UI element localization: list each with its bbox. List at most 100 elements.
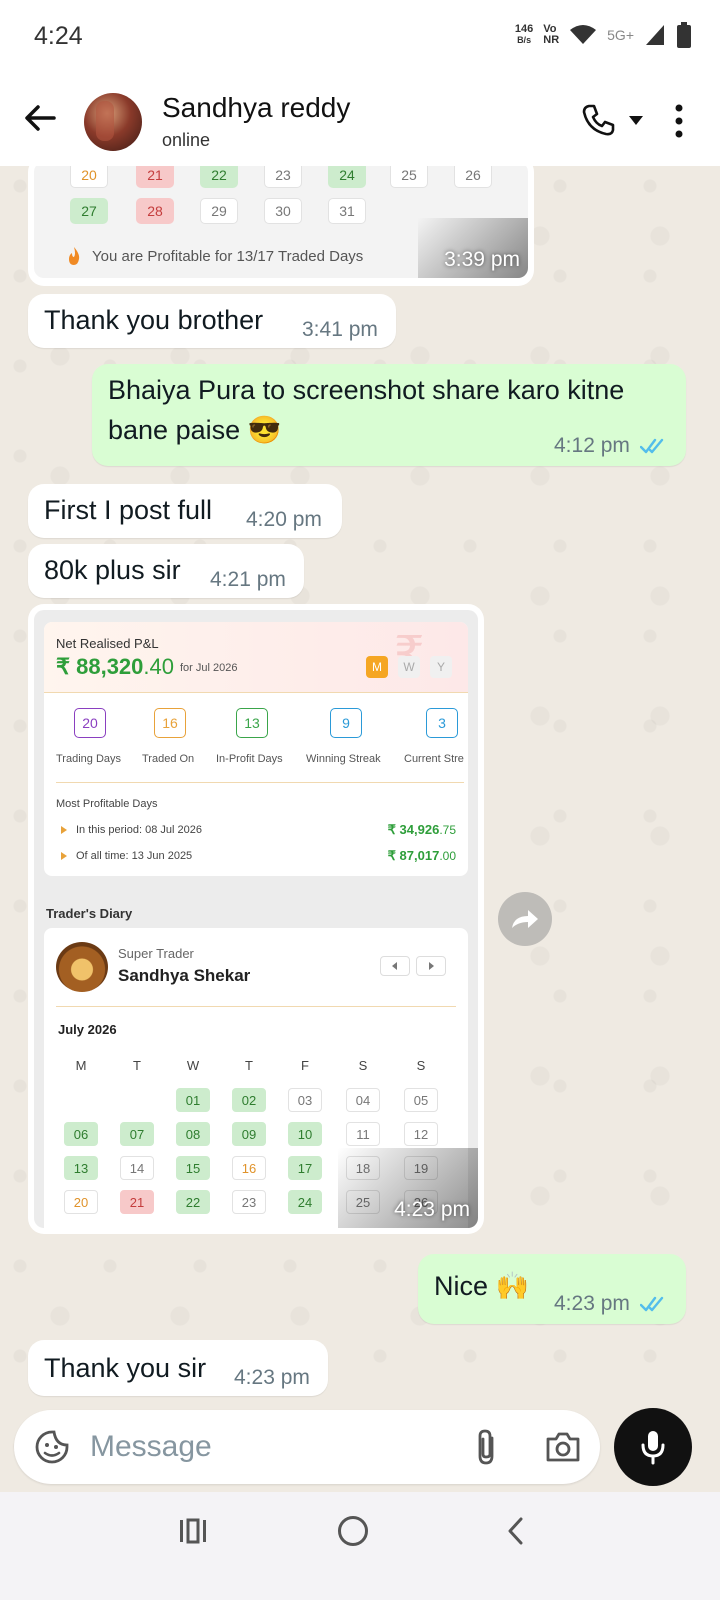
incoming-message[interactable]: 80k plus sir 4:21 pm bbox=[28, 544, 304, 598]
pnl-period: for Jul 2026 bbox=[180, 662, 238, 674]
message-time: 4:12 pm bbox=[554, 434, 630, 457]
calendar-day: 17 bbox=[288, 1156, 322, 1180]
incoming-message[interactable]: Thank you sir 4:23 pm bbox=[28, 1340, 328, 1396]
segment-year: Y bbox=[430, 656, 452, 678]
next-arrow-icon bbox=[416, 956, 446, 976]
message-time: 4:20 pm bbox=[246, 508, 322, 531]
calendar-day: 12 bbox=[404, 1122, 438, 1146]
forward-icon bbox=[512, 910, 538, 928]
camera-icon[interactable] bbox=[544, 1430, 582, 1464]
month-label: July 2026 bbox=[58, 1022, 117, 1037]
status-bar: 4:24 146 B/s Vo NR 5G+ bbox=[0, 0, 720, 78]
message-input[interactable] bbox=[90, 1426, 450, 1468]
calendar-day: 08 bbox=[176, 1122, 210, 1146]
chat-area[interactable]: 20 21 22 23 24 25 26 27 28 29 30 31 You are Profita… bbox=[0, 166, 720, 1524]
calendar-day: 22 bbox=[200, 166, 238, 188]
message-text: 80k plus sir bbox=[44, 555, 181, 585]
home-icon[interactable] bbox=[338, 1516, 368, 1546]
mpd-all-label: Of all time: 13 Jun 2025 bbox=[76, 850, 193, 862]
image-content: 20 21 22 23 24 25 26 27 28 29 30 31 You are Profita… bbox=[34, 166, 528, 278]
image-message[interactable]: ₹ Net Realised P&L ₹ 88,320.40 for Jul 2… bbox=[28, 604, 484, 1234]
sticker-icon[interactable] bbox=[34, 1429, 70, 1465]
stat-label: In-Profit Days bbox=[216, 753, 283, 765]
stat-label: Current Stre bbox=[404, 753, 464, 765]
stat-label: Trading Days bbox=[56, 753, 122, 765]
nav-back-icon[interactable] bbox=[506, 1516, 524, 1546]
calendar-day: 27 bbox=[70, 198, 108, 224]
stat-value: 13 bbox=[236, 708, 268, 738]
chevron-down-icon[interactable] bbox=[628, 114, 644, 126]
calendar-day: 24 bbox=[288, 1190, 322, 1214]
diary-title: Trader's Diary bbox=[46, 906, 133, 921]
mpd-period-row: In this period: 08 Jul 2026 bbox=[61, 824, 202, 836]
calendar-day: 28 bbox=[136, 198, 174, 224]
forward-button[interactable] bbox=[498, 892, 552, 946]
volte-indicator: Vo NR bbox=[543, 24, 559, 46]
net-speed-value: 146 bbox=[514, 23, 534, 35]
mpd-all-amount-decimal: .00 bbox=[439, 849, 456, 863]
calendar-day: 02 bbox=[232, 1088, 266, 1112]
stat-value: 16 bbox=[154, 708, 186, 738]
recent-apps-icon[interactable] bbox=[178, 1518, 208, 1544]
stat-label: Traded On bbox=[142, 753, 195, 765]
volte-bottom: NR bbox=[543, 34, 560, 46]
outgoing-message[interactable]: Bhaiya Pura to screenshot share karo kit… bbox=[92, 364, 686, 466]
calendar-day: 10 bbox=[288, 1122, 322, 1146]
contact-name[interactable]: Sandhya reddy bbox=[162, 92, 350, 124]
message-time: 4:23 pm bbox=[234, 1366, 310, 1389]
mpd-period-amount-decimal: .75 bbox=[439, 823, 456, 837]
incoming-message[interactable]: First I post full 4:20 pm bbox=[28, 484, 342, 538]
more-options-icon[interactable] bbox=[674, 104, 684, 138]
network-type: 5G+ bbox=[607, 27, 634, 43]
message-text: Nice 🙌 bbox=[434, 1271, 530, 1301]
chat-header: Sandhya reddy online bbox=[0, 78, 720, 166]
calendar-day: 26 bbox=[454, 166, 492, 188]
message-time: 3:41 pm bbox=[302, 318, 378, 341]
trader-name: Sandhya Shekar bbox=[118, 966, 251, 985]
calendar-day: 21 bbox=[136, 166, 174, 188]
profitable-days-text: You are Profitable for 13/17 Traded Days bbox=[92, 248, 363, 265]
back-arrow-icon[interactable] bbox=[22, 100, 58, 136]
calendar-day: 07 bbox=[120, 1122, 154, 1146]
flame-icon bbox=[69, 247, 80, 265]
divider bbox=[56, 1006, 456, 1007]
weekday-label: F bbox=[301, 1058, 309, 1073]
battery-icon bbox=[677, 22, 691, 48]
avatar[interactable] bbox=[84, 93, 142, 151]
lion-avatar-icon bbox=[56, 942, 108, 992]
stat-value: 9 bbox=[330, 708, 362, 738]
microphone-icon bbox=[641, 1431, 665, 1465]
image-content: ₹ Net Realised P&L ₹ 88,320.40 for Jul 2… bbox=[34, 610, 478, 1228]
voice-record-button[interactable] bbox=[614, 1408, 692, 1486]
calendar-day: 14 bbox=[120, 1156, 154, 1180]
wifi-icon bbox=[570, 25, 597, 44]
read-ticks-icon bbox=[640, 438, 664, 454]
calendar-day: 15 bbox=[176, 1156, 210, 1180]
mpd-all-row: Of all time: 13 Jun 2025 bbox=[60, 850, 193, 862]
calendar-day: 01 bbox=[176, 1088, 210, 1112]
pnl-card: ₹ Net Realised P&L ₹ 88,320.40 for Jul 2… bbox=[44, 622, 468, 876]
calendar-day: 20 bbox=[70, 166, 108, 188]
message-text: Thank you sir bbox=[44, 1353, 207, 1383]
incoming-message[interactable]: Thank you brother 3:41 pm bbox=[28, 294, 396, 348]
stat-label: Winning Streak bbox=[306, 753, 381, 765]
prev-arrow-icon bbox=[380, 956, 410, 976]
read-ticks-icon bbox=[640, 1296, 664, 1312]
segment-week: W bbox=[398, 656, 420, 678]
most-profitable-title: Most Profitable Days bbox=[56, 798, 158, 810]
voice-call-icon[interactable] bbox=[580, 102, 616, 138]
weekday-label: T bbox=[245, 1058, 253, 1073]
calendar-day: 22 bbox=[176, 1190, 210, 1214]
attachment-icon[interactable] bbox=[472, 1428, 500, 1466]
message-text: First I post full bbox=[44, 495, 213, 525]
weekday-label: M bbox=[75, 1058, 87, 1073]
pnl-value-main: ₹ 88,320 bbox=[56, 654, 144, 679]
mpd-period-amount-main: ₹ 34,926 bbox=[387, 822, 440, 837]
outgoing-message[interactable]: Nice 🙌 4:23 pm bbox=[418, 1254, 686, 1324]
message-time: 4:23 pm bbox=[394, 1198, 470, 1221]
image-message[interactable]: 20 21 22 23 24 25 26 27 28 29 30 31 You are Profita… bbox=[28, 166, 534, 286]
message-text-line1: Bhaiya Pura to screenshot share karo kit… bbox=[108, 375, 625, 405]
contact-status: online bbox=[162, 130, 211, 150]
mpd-all-amount-main: ₹ 87,017 bbox=[387, 848, 440, 863]
weekday-label: S bbox=[358, 1058, 368, 1073]
